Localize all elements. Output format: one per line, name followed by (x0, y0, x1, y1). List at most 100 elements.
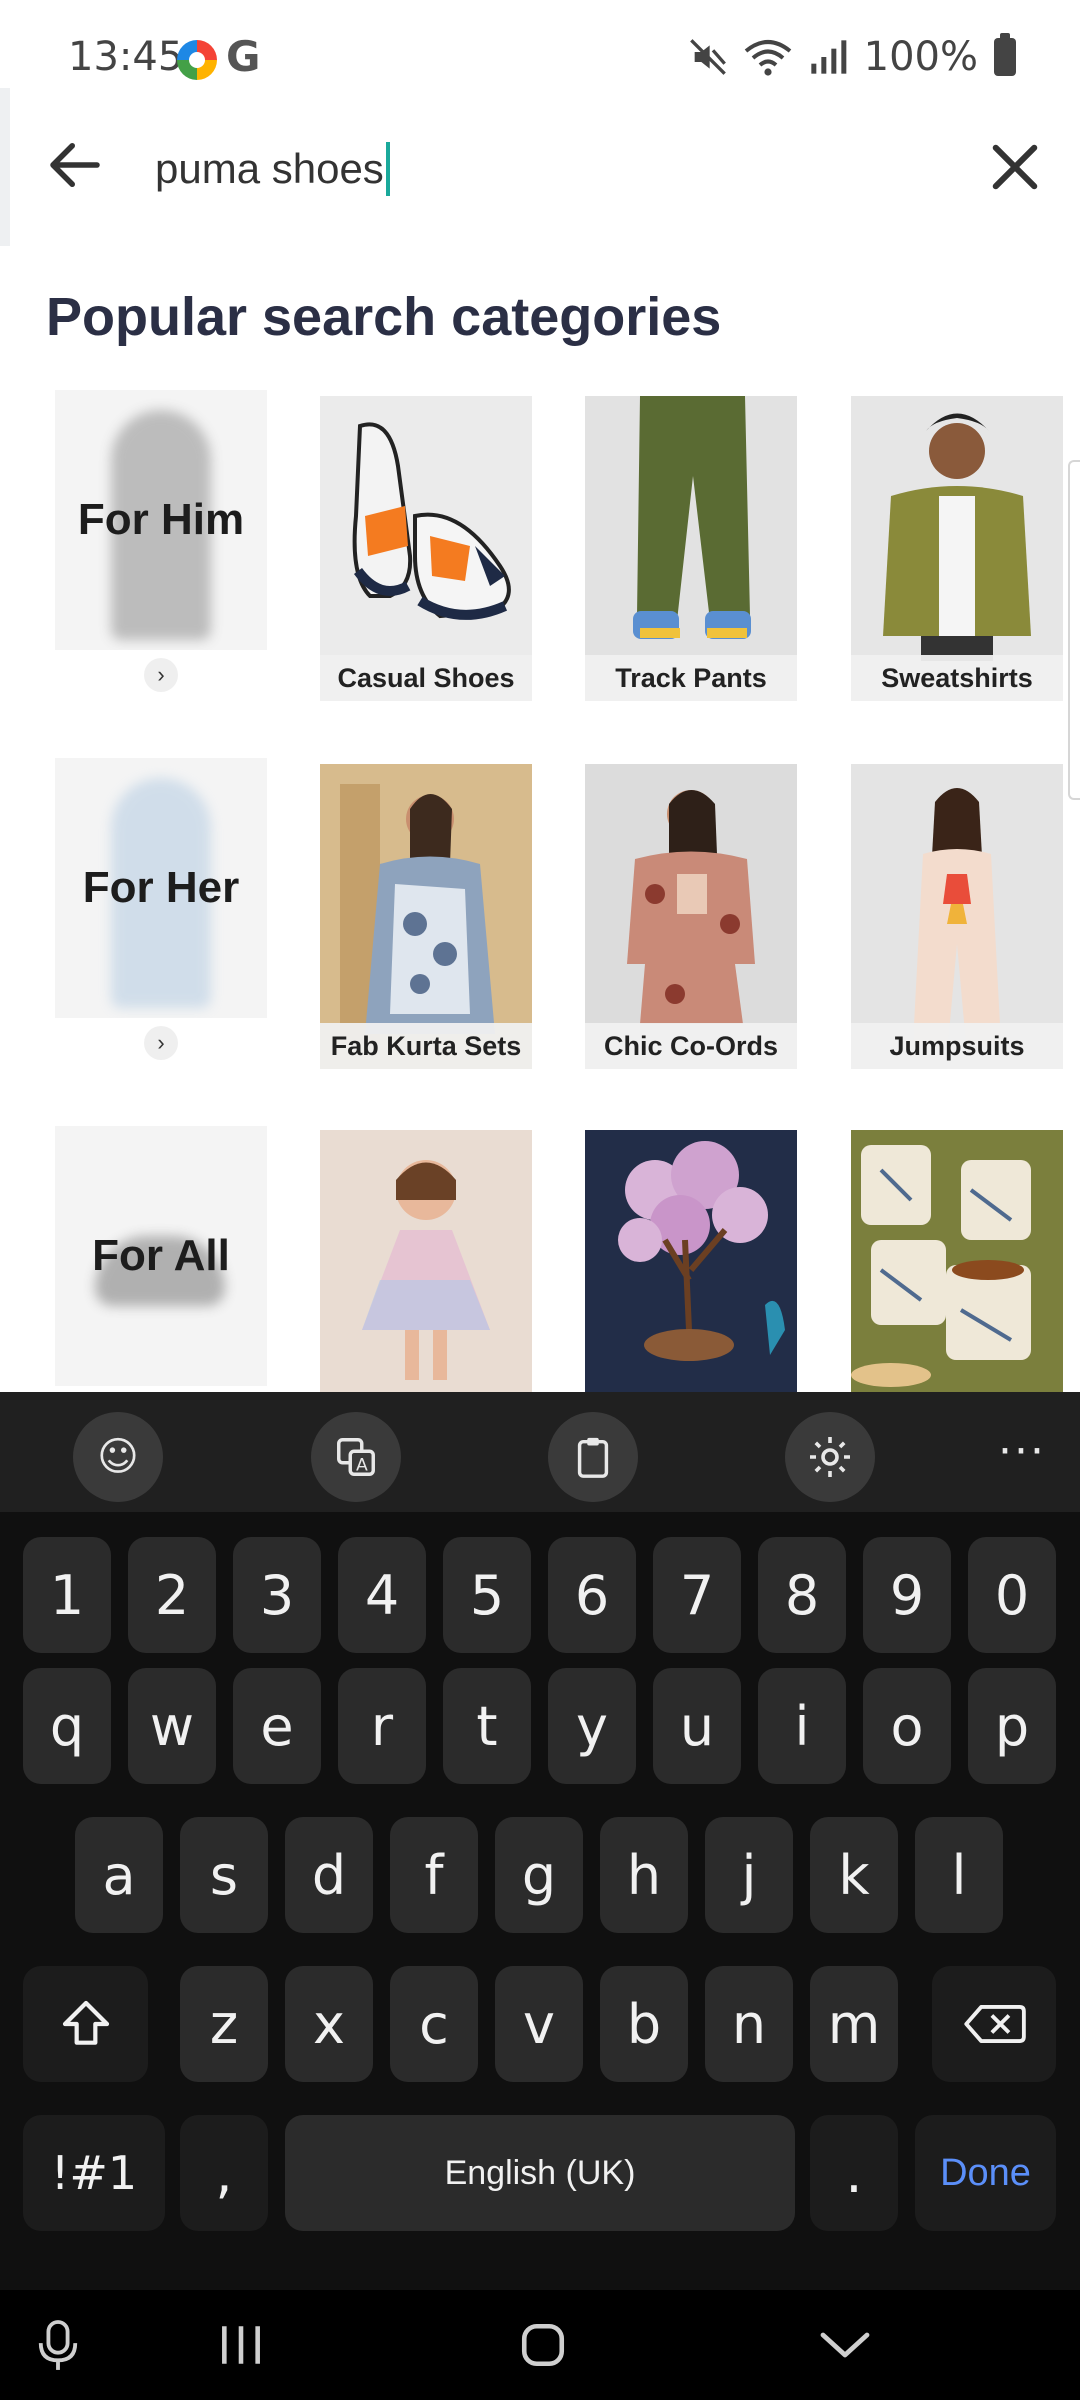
key-y[interactable]: y (548, 1668, 636, 1784)
key-0[interactable]: 0 (968, 1537, 1056, 1653)
key-3[interactable]: 3 (233, 1537, 321, 1653)
shift-arrow-icon (62, 2000, 109, 2045)
category-card-decor-tree[interactable] (585, 1130, 797, 1392)
category-card-chic-co-ords[interactable]: Chic Co-Ords (585, 764, 797, 1069)
wifi-icon (744, 40, 791, 76)
key-v[interactable]: v (495, 1966, 583, 2082)
mugs-image (851, 1130, 1063, 1392)
comma-key[interactable]: , (180, 2115, 268, 2231)
key-1[interactable]: 1 (23, 1537, 111, 1653)
microphone-icon[interactable] (25, 2312, 91, 2378)
decor-tree-image (585, 1130, 797, 1392)
category-card-track-pants[interactable]: Track Pants (585, 396, 797, 701)
key-9[interactable]: 9 (863, 1537, 951, 1653)
category-card-casual-shoes[interactable]: Casual Shoes (320, 396, 532, 701)
text-style-icon[interactable]: A (311, 1412, 401, 1502)
recents-icon[interactable] (208, 2312, 274, 2378)
key-h[interactable]: h (600, 1817, 688, 1933)
battery-percent: 100% (863, 34, 978, 80)
symbols-key[interactable]: !#1 (23, 2115, 165, 2231)
key-z[interactable]: z (180, 1966, 268, 2082)
back-arrow-icon[interactable] (42, 132, 108, 198)
hide-keyboard-chevron-icon[interactable] (812, 2312, 878, 2378)
key-p[interactable]: p (968, 1668, 1056, 1784)
category-card-kids-dress[interactable] (320, 1130, 532, 1392)
mute-icon (689, 39, 726, 75)
section-title: Popular search categories (46, 287, 722, 347)
shift-key[interactable] (23, 1966, 148, 2082)
key-g[interactable]: g (495, 1817, 583, 1933)
svg-text:A: A (356, 1455, 368, 1475)
home-icon[interactable] (510, 2312, 576, 2378)
category-card-ceramic-mugs[interactable] (851, 1130, 1063, 1392)
app-screen: 13:45 G 100% puma shoes Popular search c… (0, 0, 1080, 2400)
gender-tile: For All (55, 1126, 267, 1386)
clipboard-icon[interactable] (548, 1412, 638, 1502)
key-c[interactable]: c (390, 1966, 478, 2082)
chevron-right-icon[interactable]: › (144, 658, 178, 692)
key-m[interactable]: m (810, 1966, 898, 2082)
category-tile: Chic Co-Ords (585, 764, 797, 1069)
key-u[interactable]: u (653, 1668, 741, 1784)
key-k[interactable]: k (810, 1817, 898, 1933)
category-card-for-him[interactable]: For Him › (55, 390, 267, 692)
category-tile (851, 1130, 1063, 1392)
category-card-for-her[interactable]: For Her › (55, 758, 267, 1060)
key-q[interactable]: q (23, 1668, 111, 1784)
category-label: For Her (82, 863, 240, 912)
key-b[interactable]: b (600, 1966, 688, 2082)
category-card-jumpsuits[interactable]: Jumpsuits (851, 764, 1063, 1069)
gender-tile: For Him (55, 390, 267, 650)
category-label: For All (92, 1231, 230, 1280)
category-card-fab-kurta-sets[interactable]: Fab Kurta Sets (320, 764, 532, 1069)
app-notification-icon (177, 40, 217, 80)
key-2[interactable]: 2 (128, 1537, 216, 1653)
key-4[interactable]: 4 (338, 1537, 426, 1653)
backspace-icon (964, 2005, 1026, 2043)
key-8[interactable]: 8 (758, 1537, 846, 1653)
key-o[interactable]: o (863, 1668, 951, 1784)
category-label: Jumpsuits (851, 1023, 1063, 1069)
category-label: Sweatshirts (851, 655, 1063, 701)
key-5[interactable]: 5 (443, 1537, 531, 1653)
search-input[interactable]: puma shoes (155, 142, 390, 196)
key-f[interactable]: f (390, 1817, 478, 1933)
key-d[interactable]: d (285, 1817, 373, 1933)
key-l[interactable]: l (915, 1817, 1003, 1933)
chevron-right-icon[interactable]: › (144, 1026, 178, 1060)
category-tile: Jumpsuits (851, 764, 1063, 1069)
key-i[interactable]: i (758, 1668, 846, 1784)
key-w[interactable]: w (128, 1668, 216, 1784)
period-key[interactable]: . (810, 2115, 898, 2231)
key-e[interactable]: e (233, 1668, 321, 1784)
key-a[interactable]: a (75, 1817, 163, 1933)
key-s[interactable]: s (180, 1817, 268, 1933)
search-header: puma shoes (0, 88, 1080, 246)
key-x[interactable]: x (285, 1966, 373, 2082)
key-r[interactable]: r (338, 1668, 426, 1784)
settings-gear-icon[interactable] (785, 1412, 875, 1502)
category-label: Casual Shoes (320, 655, 532, 701)
emoji-icon[interactable]: ☺ (73, 1412, 163, 1502)
more-options-icon[interactable]: ··· (998, 1426, 1046, 1477)
category-label: Fab Kurta Sets (320, 1023, 532, 1069)
key-t[interactable]: t (443, 1668, 531, 1784)
status-time: 13:45 (68, 34, 184, 80)
gender-tile: For Her (55, 758, 267, 1018)
category-card-for-all[interactable]: For All (55, 1126, 267, 1386)
key-7[interactable]: 7 (653, 1537, 741, 1653)
status-right: 100% (688, 33, 1016, 80)
backspace-key[interactable] (932, 1966, 1056, 2082)
text-caret (385, 142, 390, 196)
category-tile: Casual Shoes (320, 396, 532, 701)
key-j[interactable]: j (705, 1817, 793, 1933)
category-card-sweatshirts[interactable]: Sweatshirts (851, 396, 1063, 701)
scroll-indicator (1068, 460, 1080, 800)
space-key[interactable]: English (UK) (285, 2115, 795, 2231)
category-tile: Fab Kurta Sets (320, 764, 532, 1069)
done-key[interactable]: Done (915, 2115, 1056, 2231)
category-tile (320, 1130, 532, 1392)
key-6[interactable]: 6 (548, 1537, 636, 1653)
clear-search-icon[interactable] (982, 134, 1048, 200)
key-n[interactable]: n (705, 1966, 793, 2082)
